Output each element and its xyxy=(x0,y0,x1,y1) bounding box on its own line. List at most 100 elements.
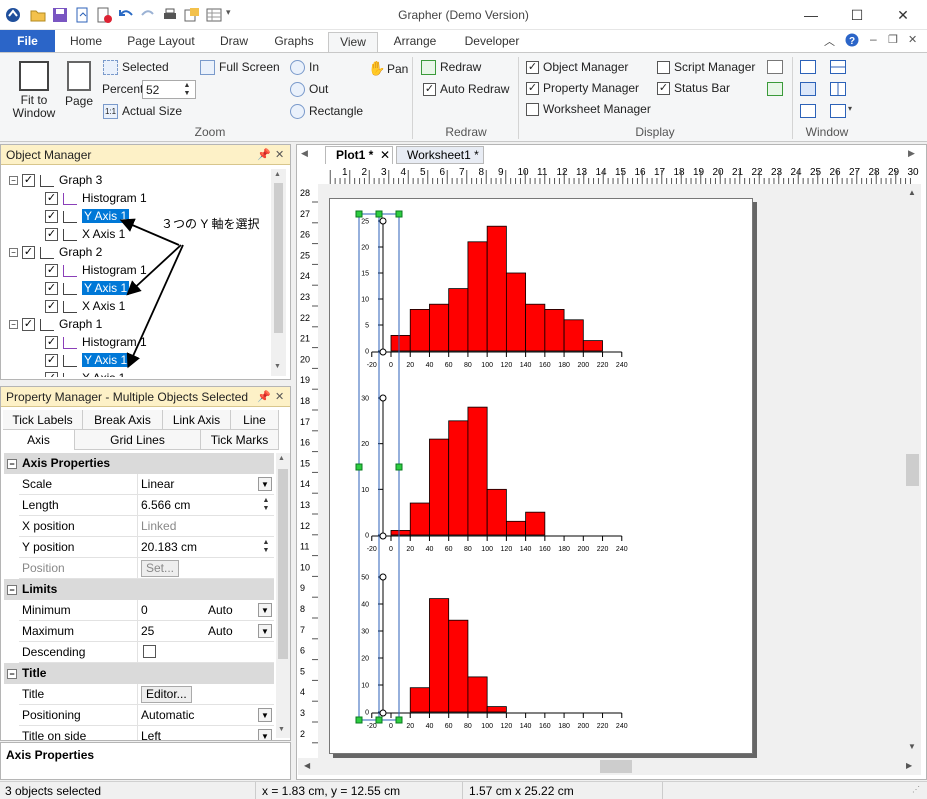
y-tick-label: 25 xyxy=(361,219,369,226)
prop-minimum[interactable]: Minimum 0 Auto ▼ xyxy=(19,600,274,621)
scroll-right-icon[interactable]: ▶ xyxy=(906,761,912,770)
x-tick-label: 220 xyxy=(597,362,609,369)
prop-title[interactable]: Title Editor... xyxy=(19,684,274,705)
tab-home[interactable]: Home xyxy=(60,32,112,52)
position-set-button[interactable]: Set... xyxy=(141,560,180,577)
section-axis-properties[interactable]: − Axis Properties xyxy=(4,453,274,474)
ruler-label: 24 xyxy=(300,271,310,281)
x-tick-label: 180 xyxy=(558,362,570,369)
tab-tick-labels[interactable]: Tick Labels xyxy=(3,410,83,430)
spinner-icon[interactable]: ▲ ▼ xyxy=(260,497,272,513)
cascade-windows-icon[interactable] xyxy=(800,82,816,96)
histogram-bar xyxy=(467,676,488,713)
tab-axis[interactable]: Axis xyxy=(3,430,75,450)
tab-page-layout[interactable]: Page Layout xyxy=(120,32,202,52)
property-scrollbar[interactable]: ▲ ▼ xyxy=(276,453,290,738)
tab-view[interactable]: View xyxy=(328,32,378,52)
tab-scroll-right-icon[interactable]: ▶ xyxy=(908,148,915,159)
tab-grid-lines[interactable]: Grid Lines xyxy=(75,430,201,450)
tab-graphs[interactable]: Graphs xyxy=(266,32,322,52)
collapse-ribbon-icon[interactable]: ︿ xyxy=(824,33,835,49)
zoom-rectangle-button[interactable]: Rectangle xyxy=(290,104,363,120)
tab-arrange[interactable]: Arrange xyxy=(386,32,444,52)
redraw-button[interactable]: Redraw xyxy=(421,60,481,76)
scroll-left-icon[interactable]: ◀ xyxy=(304,761,310,770)
prop-scale[interactable]: Scale Linear ▼ xyxy=(19,474,274,495)
actual-size-button[interactable]: 1:1 Actual Size xyxy=(103,104,182,120)
tab-draw[interactable]: Draw xyxy=(210,32,258,52)
maximize-button[interactable]: ☐ xyxy=(834,0,880,30)
descending-checkbox[interactable] xyxy=(143,645,156,658)
percent-input[interactable]: 52 ▲ ▼ xyxy=(142,80,196,99)
close-button[interactable]: ✕ xyxy=(880,0,926,30)
ribbon: Fit to Window Page Selected Full Screen … xyxy=(0,52,927,142)
help-icon[interactable]: ? xyxy=(845,33,859,50)
ruler-label: 9 xyxy=(498,167,504,178)
panel-close-icon[interactable]: ✕ xyxy=(275,390,284,403)
scroll-up-icon[interactable]: ▲ xyxy=(908,188,916,197)
selection-handle xyxy=(395,210,403,218)
prop-maximum[interactable]: Maximum 25 Auto ▼ xyxy=(19,621,274,642)
dropdown-arrow-icon[interactable]: ▼ xyxy=(258,477,272,491)
tile-windows-icon[interactable] xyxy=(800,104,816,118)
tab-break-axis[interactable]: Break Axis xyxy=(83,410,163,430)
page-button[interactable]: Page xyxy=(64,61,94,108)
tile-horizontal-icon[interactable] xyxy=(830,60,846,74)
dropdown-arrow-icon[interactable]: ▼ xyxy=(258,708,272,722)
status-bar-checkbox[interactable]: ✓ Status Bar xyxy=(657,81,730,96)
tab-scroll-left-icon[interactable]: ◀ xyxy=(301,148,308,159)
dropdown-arrow-icon[interactable]: ▼ xyxy=(258,729,272,740)
object-manager-checkbox[interactable]: ✓ Object Manager xyxy=(526,60,628,75)
section-title[interactable]: − Title xyxy=(4,663,274,684)
script-manager-checkbox[interactable]: Script Manager xyxy=(657,60,755,75)
doc-minimize-icon[interactable]: – xyxy=(870,32,877,46)
zoom-in-button[interactable]: In xyxy=(290,60,319,76)
tab-line[interactable]: Line xyxy=(231,410,279,430)
ruler-label: 22 xyxy=(300,313,310,323)
zoom-out-button[interactable]: Out xyxy=(290,82,328,98)
doc-restore-icon[interactable]: ❐ xyxy=(888,33,898,46)
prop-length[interactable]: Length 6.566 cm ▲ ▼ xyxy=(19,495,274,516)
plot-canvas[interactable]: -20 0 20 40 60 80 100 120 140 160 180 200 220 2400510… xyxy=(318,184,904,758)
horizontal-scrollbar[interactable]: ◀ ▶ xyxy=(298,758,921,775)
tile-vertical-icon[interactable] xyxy=(830,82,846,96)
switch-windows-icon[interactable] xyxy=(830,104,846,118)
tab-file[interactable]: File xyxy=(0,30,55,52)
scroll-down-icon[interactable]: ▼ xyxy=(908,742,916,751)
tab-tick-marks[interactable]: Tick Marks xyxy=(201,430,279,450)
fit-to-window-button[interactable]: Fit to Window xyxy=(6,61,62,120)
pin-icon[interactable]: 📌 xyxy=(257,390,271,403)
minimize-button[interactable]: — xyxy=(788,0,834,30)
prop-positioning[interactable]: Positioning Automatic ▼ xyxy=(19,705,274,726)
section-limits[interactable]: − Limits xyxy=(4,579,274,600)
x-tick-label: 20 xyxy=(406,723,414,730)
tab-worksheet1[interactable]: Worksheet1 * xyxy=(396,146,484,164)
histogram-bar xyxy=(448,420,469,536)
title-editor-button[interactable]: Editor... xyxy=(141,686,192,703)
dropdown-arrow-icon[interactable]: ▼ xyxy=(258,603,272,617)
tab-close-icon[interactable]: ✕ xyxy=(380,147,390,164)
doc-close-icon[interactable]: ✕ xyxy=(908,33,917,46)
x-tick-label: 200 xyxy=(577,723,589,730)
zoom-selected-button[interactable]: Selected xyxy=(103,60,169,76)
display-extra-icon-2[interactable] xyxy=(767,82,783,96)
display-extra-icon-1[interactable] xyxy=(767,60,783,74)
full-screen-button[interactable]: Full Screen xyxy=(200,60,280,76)
auto-redraw-checkbox[interactable]: ✓ Auto Redraw xyxy=(423,82,509,97)
dropdown-arrow-icon[interactable]: ▼ xyxy=(258,624,272,638)
pan-button[interactable]: ✋ Pan xyxy=(368,60,408,77)
prop-y-position[interactable]: Y position 20.183 cm ▲ ▼ xyxy=(19,537,274,558)
switch-windows-dropdown-icon[interactable]: ▾ xyxy=(848,104,852,113)
worksheet-manager-checkbox[interactable]: Worksheet Manager xyxy=(526,102,651,117)
resize-grip-icon[interactable]: ⋰ xyxy=(912,785,920,794)
tab-developer[interactable]: Developer xyxy=(456,32,528,52)
property-manager-checkbox[interactable]: ✓ Property Manager xyxy=(526,81,639,96)
new-window-icon[interactable] xyxy=(800,60,816,74)
tab-link-axis[interactable]: Link Axis xyxy=(163,410,231,430)
status-size: 1.57 cm x 25.22 cm xyxy=(469,784,574,798)
spinner-icon[interactable]: ▲ ▼ xyxy=(260,539,272,555)
tab-plot1[interactable]: Plot1 * ✕ xyxy=(325,146,393,164)
prop-descending[interactable]: Descending xyxy=(19,642,274,663)
prop-title-on-side[interactable]: Title on side Left ▼ xyxy=(19,726,274,740)
vertical-scrollbar[interactable]: ▲ ▼ xyxy=(904,184,921,758)
